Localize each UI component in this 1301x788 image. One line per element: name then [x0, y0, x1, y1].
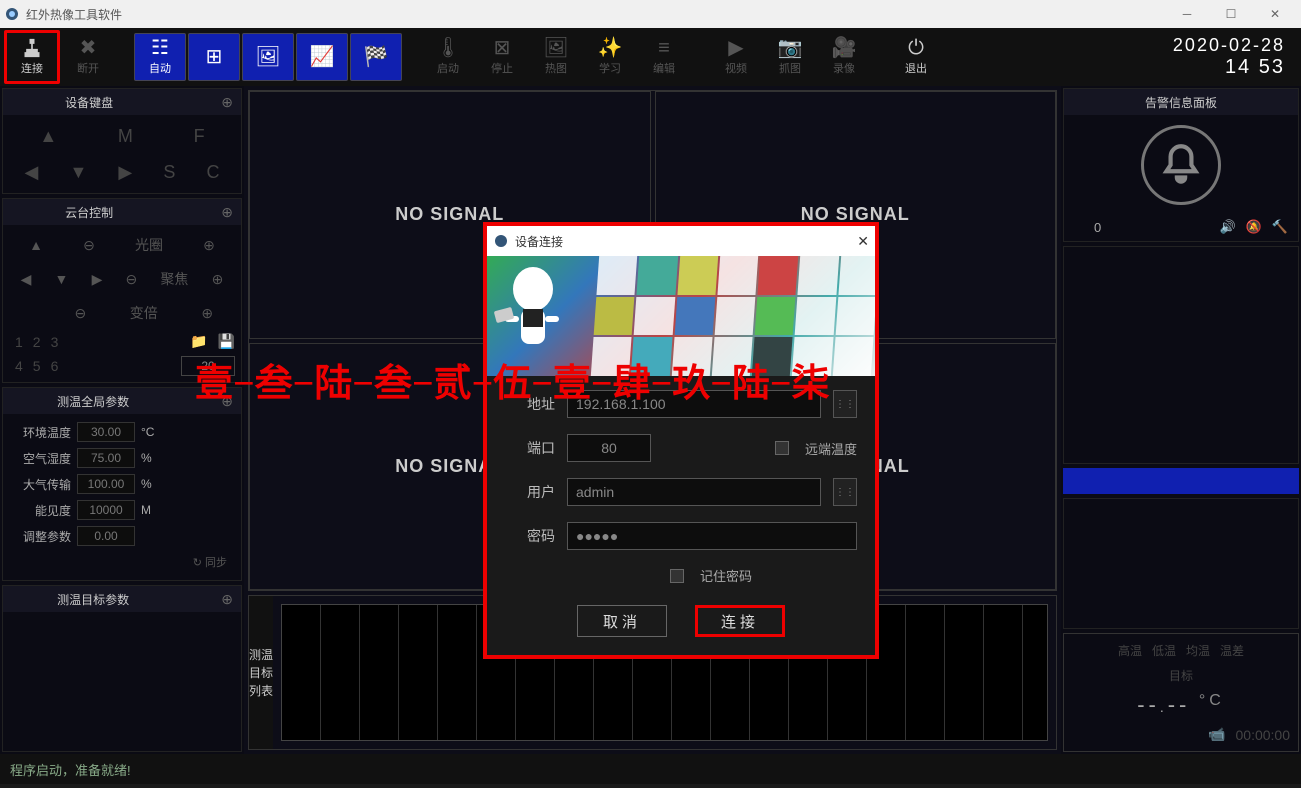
ptz-title: 云台控制 — [65, 204, 113, 221]
app-icon — [4, 6, 20, 22]
selected-bar[interactable] — [1063, 468, 1299, 494]
address-dropdown[interactable]: ⋮⋮ — [833, 390, 857, 418]
wand-icon: ✨ — [598, 38, 623, 58]
alarm-panel: 告警信息面板 0 🔊 🔕 🔨 — [1063, 88, 1299, 242]
capture-button[interactable]: 📷抓图 — [764, 33, 816, 81]
temp-panel: 高温 低温 均温 温差 目标 --.-- °C 📹00:00:00 — [1063, 633, 1299, 752]
main-toolbar: 连接 ✖断开 ☷自动 ⊞ 🖼 📈 🏁 🌡启动 ⊠停止 🖼热图 ✨学习 ≡编辑 ▶… — [0, 28, 1301, 86]
edit-button[interactable]: ≡编辑 — [638, 33, 690, 81]
left-icon[interactable]: ◀ — [25, 162, 39, 183]
env-temp-input[interactable]: 30.00 — [77, 422, 135, 442]
cancel-button[interactable]: 取消 — [577, 605, 667, 637]
bell-icon — [1141, 125, 1221, 205]
user-dropdown[interactable]: ⋮⋮ — [833, 478, 857, 506]
start-button[interactable]: 🌡启动 — [422, 33, 474, 81]
keypad-title: 设备键盘 — [65, 94, 113, 111]
target-list-header: 测温目标列表 — [249, 596, 273, 749]
visibility-input[interactable]: 10000 — [77, 500, 135, 520]
camera-icon: 📷 — [778, 38, 803, 58]
up-icon[interactable]: ▲ — [39, 126, 57, 147]
minimize-button[interactable]: ─ — [1165, 0, 1209, 28]
thermometer-icon: 🌡 — [435, 38, 460, 58]
dialog-close-button[interactable]: ✕ — [857, 233, 869, 250]
close-button[interactable]: ✕ — [1253, 0, 1297, 28]
disconnect-button[interactable]: ✖断开 — [62, 33, 114, 81]
play-icon: ▶ — [728, 38, 743, 58]
remote-temp-checkbox[interactable] — [775, 441, 789, 455]
right-column: 告警信息面板 0 🔊 🔕 🔨 高温 低温 均温 温差 目标 --. — [1061, 86, 1301, 754]
power-icon: ⏻ — [908, 38, 924, 58]
sound-icon[interactable]: 🔊 — [1219, 219, 1235, 235]
global-title: 测温全局参数 — [57, 393, 129, 410]
hammer-icon[interactable]: 🔨 — [1272, 219, 1288, 235]
sliders-icon: ≡ — [658, 38, 670, 58]
humidity-input[interactable]: 75.00 — [77, 448, 135, 468]
user-input[interactable]: admin — [567, 478, 821, 506]
mute-icon[interactable]: 🔕 — [1246, 219, 1262, 235]
chart-icon: 📈 — [310, 47, 335, 67]
save-icon[interactable]: 💾 — [218, 333, 235, 350]
flag-icon: 🏁 — [364, 47, 389, 67]
down-icon[interactable]: ▼ — [69, 162, 87, 183]
status-bar: 程序启动，准备就绪! — [0, 754, 1301, 784]
calc-button[interactable]: ⊞ — [188, 33, 240, 81]
window-title: 红外热像工具软件 — [26, 6, 122, 23]
stop-icon: ⊠ — [494, 38, 511, 58]
flag-button[interactable]: 🏁 — [350, 33, 402, 81]
stop-button[interactable]: ⊠停止 — [476, 33, 528, 81]
record-button[interactable]: 🎥录像 — [818, 33, 870, 81]
alarm-title: 告警信息面板 — [1145, 94, 1217, 111]
blank-panel — [1063, 246, 1299, 464]
image-button[interactable]: 🖼 — [242, 33, 294, 81]
adjust-input[interactable]: 0.00 — [77, 526, 135, 546]
atm-input[interactable]: 100.00 — [77, 474, 135, 494]
remember-checkbox[interactable] — [670, 569, 684, 583]
titlebar: 红外热像工具软件 ─ ☐ ✕ — [0, 0, 1301, 28]
alarm-count: 0 — [1094, 220, 1101, 235]
connect-dialog: 设备连接 ✕ 地址192.168.1.100⋮⋮ 端口80远端温度 用户admi… — [483, 222, 879, 659]
picture-icon: 🖼 — [543, 38, 568, 58]
blank-panel-2 — [1063, 498, 1299, 629]
watermark-text: 壹−叁−陆−叁−贰−伍−壹−肆−玖−陆−柒 — [195, 352, 830, 407]
heatmap-button[interactable]: 🖼热图 — [530, 33, 582, 81]
time-text: 14 53 — [1173, 56, 1285, 79]
network-icon — [21, 38, 43, 58]
port-input[interactable]: 80 — [567, 434, 651, 462]
exit-button[interactable]: ⏻退出 — [890, 33, 942, 81]
x-icon: ✖ — [80, 38, 97, 58]
grid-icon: ⊞ — [206, 47, 223, 67]
app-icon — [493, 233, 509, 249]
sync-button[interactable]: ↻ 同步 — [9, 550, 235, 574]
video-button[interactable]: ▶视频 — [710, 33, 762, 81]
folder-icon[interactable]: 📁 — [190, 333, 207, 350]
videocam-icon: 🎥 — [832, 38, 857, 58]
date-text: 2020-02-28 — [1173, 35, 1285, 56]
target-params-title: 测温目标参数 — [57, 591, 129, 608]
temp-value: --.-- °C — [1072, 692, 1290, 718]
expand-icon[interactable]: ⊕ — [221, 204, 233, 221]
connect-dialog-button[interactable]: 连接 — [695, 605, 785, 637]
auto-button[interactable]: ☷自动 — [134, 33, 186, 81]
right-icon[interactable]: ▶ — [118, 162, 132, 183]
list-icon: ☷ — [151, 38, 169, 58]
camera-icon[interactable]: 📹 — [1208, 726, 1225, 743]
dialog-title: 设备连接 — [515, 233, 563, 250]
target-params-panel: 测温目标参数 ⊕ — [2, 585, 242, 752]
image-icon: 🖼 — [255, 47, 280, 67]
clock: 2020-02-28 14 53 — [1173, 35, 1297, 79]
temp-columns: 高温 低温 均温 温差 — [1072, 642, 1290, 659]
connect-button[interactable]: 连接 — [4, 30, 60, 84]
keypad-panel: 设备键盘⊕ ▲MF ◀▼▶SC — [2, 88, 242, 194]
left-column: 设备键盘⊕ ▲MF ◀▼▶SC 云台控制⊕ ▲⊖光圈⊕ ◀▼▶⊖聚焦⊕ ⊖变倍⊕… — [0, 86, 244, 754]
rec-time: 00:00:00 — [1236, 727, 1291, 743]
maximize-button[interactable]: ☐ — [1209, 0, 1253, 28]
learn-button[interactable]: ✨学习 — [584, 33, 636, 81]
global-params-panel: 测温全局参数⊕ 环境温度30.00°C 空气湿度75.00% 大气传输100.0… — [2, 387, 242, 581]
expand-icon[interactable]: ⊕ — [221, 591, 233, 608]
expand-icon[interactable]: ⊕ — [221, 94, 233, 111]
password-input[interactable]: ●●●●● — [567, 522, 857, 550]
chart-button[interactable]: 📈 — [296, 33, 348, 81]
status-text: 程序启动，准备就绪! — [10, 760, 131, 779]
